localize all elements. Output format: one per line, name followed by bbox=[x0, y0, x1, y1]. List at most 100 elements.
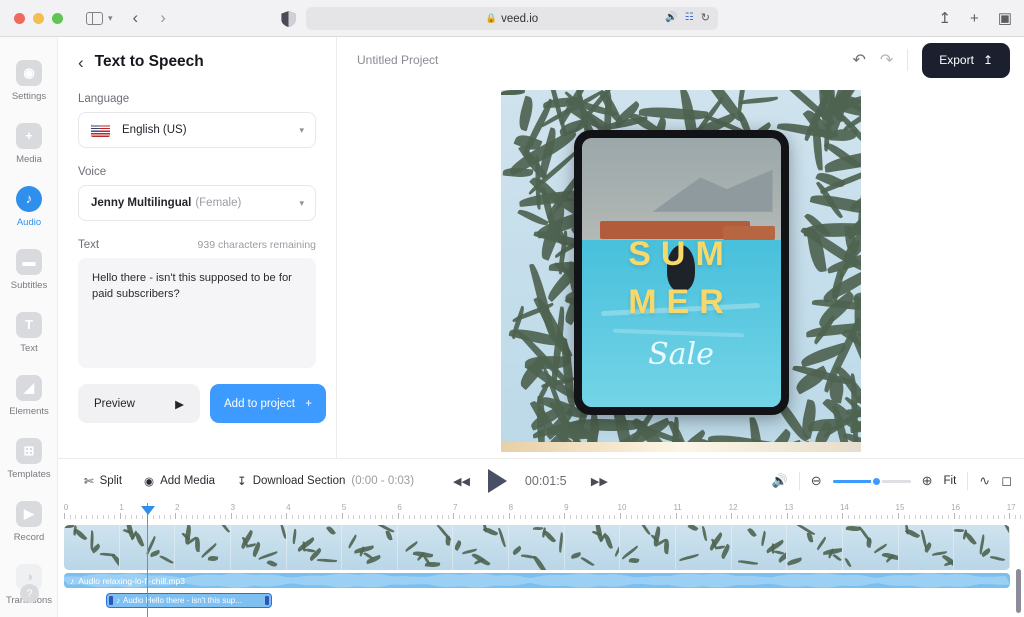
current-time: 00:01:5 bbox=[524, 474, 567, 488]
fit-button[interactable]: Fit bbox=[944, 475, 957, 487]
maximize-window-button[interactable] bbox=[52, 12, 63, 24]
ruler-subtick bbox=[1014, 515, 1016, 519]
timeline-vertical-scrollbar[interactable] bbox=[1016, 569, 1021, 613]
address-bar[interactable]: 🔒 veed.io 🔊 ☷ ↻ bbox=[306, 7, 718, 30]
filmstrip-frame bbox=[342, 525, 398, 570]
ruler-subtick bbox=[442, 515, 444, 519]
forward-arrow-icon[interactable]: › bbox=[160, 8, 166, 28]
clip-right-handle[interactable] bbox=[265, 596, 269, 605]
ruler-subtick bbox=[697, 515, 699, 519]
ruler-subtick bbox=[998, 515, 1000, 519]
skip-back-icon[interactable]: ◀◀ bbox=[453, 475, 470, 488]
rail-item-text[interactable]: T Text bbox=[0, 301, 58, 364]
clip-left-handle[interactable] bbox=[109, 596, 113, 605]
playhead[interactable] bbox=[140, 503, 155, 617]
frame-bottom-strip bbox=[500, 441, 861, 452]
voice-select[interactable]: Jenny Multilingual (Female) ▾ bbox=[78, 185, 316, 221]
summer-text-line2[interactable]: MER bbox=[582, 285, 781, 319]
ruler-label: 9 bbox=[564, 503, 569, 512]
rail-item-settings[interactable]: ◉ Settings bbox=[0, 49, 58, 112]
ruler-subtick bbox=[91, 515, 93, 519]
timeline[interactable]: 0 1 2 3 4 5 6 7 8 9 10 11 12 13 14 15 16 17 ♪ Audio relax… bbox=[58, 503, 1024, 617]
chevron-down-icon[interactable]: ▾ bbox=[108, 13, 113, 24]
tts-audio-clip[interactable]: ♪ Audio Hello there - isn't this sup... bbox=[106, 593, 272, 608]
ruler-label: 2 bbox=[174, 503, 180, 512]
filmstrip-frame bbox=[898, 525, 955, 570]
redo-arrow-icon[interactable]: ↷ bbox=[880, 50, 893, 70]
waveform-icon[interactable]: ∿ bbox=[979, 473, 990, 489]
ruler-tick bbox=[342, 513, 343, 519]
ruler-subtick bbox=[886, 515, 888, 519]
rail-item-subtitles[interactable]: ▬ Subtitles bbox=[0, 238, 58, 301]
back-chevron-icon[interactable]: ‹ bbox=[78, 54, 84, 71]
zoom-in-icon[interactable]: ⊕ bbox=[922, 473, 933, 489]
upload-icon: ↥ bbox=[982, 53, 993, 67]
project-title[interactable]: Untitled Project bbox=[357, 53, 438, 67]
tab-audio-icon[interactable]: 🔊 bbox=[665, 12, 677, 23]
ruler-subtick bbox=[770, 515, 772, 519]
language-select[interactable]: English (US) ▾ bbox=[78, 112, 316, 148]
rail-item-elements[interactable]: ◢ Elements bbox=[0, 364, 58, 427]
skip-forward-icon[interactable]: ▶▶ bbox=[591, 475, 608, 488]
timeline-right-controls: 🔊 ⊖ ⊕ Fit ∿ ◻ bbox=[772, 472, 1012, 490]
zoom-slider-knob[interactable] bbox=[870, 475, 882, 487]
rail-item-record[interactable]: ▶ Record bbox=[0, 490, 58, 553]
help-question-icon[interactable]: ? bbox=[20, 584, 39, 603]
rail-label-audio: Audio bbox=[16, 216, 42, 228]
tts-text-input[interactable]: Hello there - isn't this supposed to be … bbox=[78, 258, 316, 368]
zoom-slider[interactable] bbox=[832, 475, 911, 487]
ruler-subtick bbox=[536, 515, 538, 519]
rail-item-templates[interactable]: ⊞ Templates bbox=[0, 427, 58, 490]
close-window-button[interactable] bbox=[14, 12, 25, 24]
play-button[interactable] bbox=[487, 469, 507, 493]
export-label: Export bbox=[939, 53, 974, 67]
reload-icon[interactable]: ↻ bbox=[701, 11, 710, 24]
rail-label-settings: Settings bbox=[11, 90, 47, 102]
captions-toggle-icon[interactable]: ◻ bbox=[1001, 473, 1012, 489]
ruler-subtick bbox=[759, 515, 760, 519]
add-to-project-button[interactable]: Add to project + bbox=[210, 384, 326, 423]
music-note-icon: ♪ bbox=[116, 596, 120, 605]
ruler-tick bbox=[508, 513, 510, 519]
add-media-button[interactable]: ◉ Add Media bbox=[144, 474, 215, 488]
video-preview[interactable]: SUM MER Sale bbox=[500, 89, 861, 452]
privacy-shield-icon[interactable] bbox=[281, 11, 296, 27]
download-section-label: Download Section bbox=[252, 475, 346, 487]
browser-right-actions: ↥ + ▣ bbox=[938, 9, 1012, 28]
filmstrip-frame bbox=[620, 525, 677, 570]
ruler-tick bbox=[119, 513, 121, 519]
add-to-project-label: Add to project bbox=[224, 397, 295, 410]
ruler-label: 3 bbox=[230, 503, 236, 512]
new-tab-icon[interactable]: + bbox=[970, 10, 979, 27]
ruler-label: 6 bbox=[397, 503, 402, 512]
ruler-subtick bbox=[219, 515, 221, 519]
browser-navigation: ‹ › bbox=[133, 8, 166, 28]
extension-icon[interactable]: ☷ bbox=[685, 12, 694, 23]
show-tabs-icon[interactable]: ▣ bbox=[998, 9, 1012, 27]
sale-text[interactable]: Sale bbox=[582, 337, 781, 372]
ruler-subtick bbox=[542, 515, 544, 519]
rail-item-media[interactable]: + Media bbox=[0, 112, 58, 175]
sidebar-toggle-icon[interactable]: ▾ bbox=[86, 11, 113, 25]
volume-icon[interactable]: 🔊 bbox=[772, 473, 788, 489]
export-button[interactable]: Export ↥ bbox=[922, 42, 1010, 78]
summer-text-line1[interactable]: SUM bbox=[582, 237, 781, 271]
download-section-button[interactable]: ↧ Download Section (0:00 - 0:03) bbox=[237, 474, 414, 488]
timeline-ruler[interactable]: 0 1 2 3 4 5 6 7 8 9 10 11 12 13 14 15 16 17 bbox=[58, 503, 1024, 523]
preview-button[interactable]: Preview ▶ bbox=[78, 384, 200, 423]
playhead-grip[interactable] bbox=[140, 506, 155, 515]
share-icon[interactable]: ↥ bbox=[938, 9, 951, 27]
play-triangle-icon: ▶ bbox=[175, 398, 184, 411]
zoom-out-icon[interactable]: ⊖ bbox=[811, 473, 822, 489]
minimize-window-button[interactable] bbox=[33, 12, 44, 24]
ruler-subtick bbox=[236, 515, 238, 519]
ruler-subtick bbox=[203, 515, 204, 519]
music-audio-clip[interactable]: ♪ Audio relaxing-lo-fi-chill.mp3 bbox=[64, 573, 1010, 588]
ruler-subtick bbox=[114, 515, 116, 519]
back-arrow-icon[interactable]: ‹ bbox=[133, 8, 139, 28]
undo-arrow-icon[interactable]: ↶ bbox=[852, 50, 865, 70]
video-track[interactable] bbox=[64, 525, 1010, 570]
ruler-label: 10 bbox=[617, 503, 627, 512]
split-button[interactable]: ✄ Split bbox=[84, 474, 122, 488]
rail-item-audio[interactable]: ♪ Audio bbox=[0, 175, 58, 238]
